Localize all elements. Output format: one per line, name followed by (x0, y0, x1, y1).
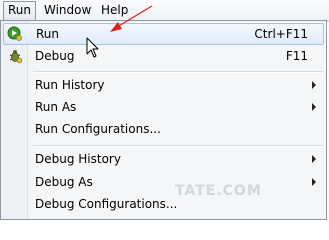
menu-item-label: Run (36, 27, 60, 41)
menu-item-label: Debug History (35, 152, 121, 166)
menu-separator (33, 145, 323, 147)
menu-item-label: Debug As (35, 175, 93, 189)
menu-item-label: Run Configurations... (35, 122, 161, 136)
menu-item-debug[interactable]: Debug F11 (3, 45, 324, 67)
run-icon (7, 26, 23, 42)
menu-item-run-configurations[interactable]: Run Configurations... (3, 118, 324, 140)
debug-icon (7, 48, 23, 64)
submenu-arrow-icon (312, 178, 316, 186)
submenu-arrow-icon (312, 155, 316, 163)
menu-item-debug-as[interactable]: Debug As (3, 171, 324, 193)
menu-item-label: Run History (35, 78, 105, 92)
menu-item-run[interactable]: Run Ctrl+F11 (3, 23, 324, 45)
watermark: TATE.COM (175, 183, 262, 199)
menu-run[interactable]: Run (3, 1, 37, 20)
menu-item-run-history[interactable]: Run History (3, 74, 324, 96)
menu-help[interactable]: Help (97, 2, 132, 18)
submenu-arrow-icon (312, 81, 316, 89)
menu-window[interactable]: Window (40, 2, 95, 18)
menu-bar: Run Window Help (0, 0, 329, 22)
menu-item-label: Debug (35, 49, 75, 63)
menu-item-debug-configurations[interactable]: Debug Configurations... (3, 193, 324, 215)
menu-item-label: Run As (35, 100, 77, 114)
menu-item-shortcut: Ctrl+F11 (254, 27, 308, 41)
menu-separator (33, 71, 323, 73)
menu-item-debug-history[interactable]: Debug History (3, 148, 324, 170)
menu-item-run-as[interactable]: Run As (3, 96, 324, 118)
menu-item-shortcut: F11 (285, 49, 308, 63)
submenu-arrow-icon (312, 103, 316, 111)
run-dropdown-menu: Run Ctrl+F11 Debug F11 Run History Run A… (0, 20, 327, 220)
menu-item-label: Debug Configurations... (35, 197, 178, 211)
